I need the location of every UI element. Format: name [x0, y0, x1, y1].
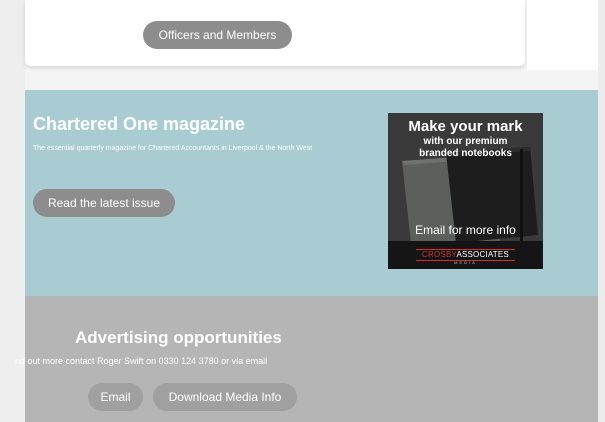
- read-latest-issue-button[interactable]: Read the latest issue: [33, 189, 175, 217]
- advertising-section: Advertising opportunities nd out more co…: [15, 296, 598, 422]
- logo-associates: ASSOCIATES: [456, 250, 509, 259]
- magazine-title: Chartered One magazine: [33, 114, 246, 134]
- advertising-title: Advertising opportunities: [75, 328, 282, 347]
- ad-sub-line-2: branded notebooks: [419, 148, 512, 159]
- officers-and-members-button[interactable]: Officers and Members: [143, 21, 292, 49]
- advertising-contact-text: nd out more contact Roger Swift on 0330 …: [15, 356, 268, 366]
- top-card-right-panel: [527, 0, 598, 70]
- notebook-ad-banner[interactable]: Make your mark with our premium branded …: [388, 113, 543, 269]
- magazine-description: The essential quarterly magazine for Cha…: [33, 145, 313, 152]
- email-button[interactable]: Email: [88, 383, 143, 411]
- ad-headline: Make your mark: [408, 118, 523, 135]
- page-scrollbar-track[interactable]: [598, 0, 605, 422]
- logo-crosby: CROSBY: [422, 250, 457, 259]
- logo-media-label: MEDIA: [454, 260, 477, 265]
- ad-sub-line-1: with our premium: [423, 136, 508, 147]
- officers-card: Officers and Members: [25, 0, 525, 66]
- ad-email-cta: Email for more info: [415, 223, 516, 237]
- ad-subheadline: with our premium branded notebooks: [388, 136, 543, 160]
- download-media-info-button[interactable]: Download Media Info: [153, 383, 297, 411]
